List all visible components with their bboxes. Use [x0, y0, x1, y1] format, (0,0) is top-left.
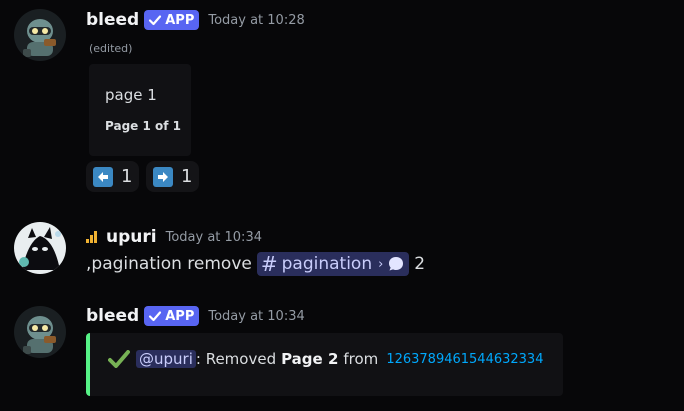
edited-label: (edited): [89, 42, 133, 55]
embed-description: @upuri : Removed Page 2 from 12637894615…: [108, 350, 543, 368]
message-2: upuri Today at 10:34 ,pagination remove …: [0, 200, 684, 280]
check-icon: [149, 311, 162, 322]
user-mention[interactable]: @upuri: [136, 350, 196, 368]
app-badge-label: APP: [165, 12, 195, 28]
message-link[interactable]: 1263789461544632334: [386, 352, 543, 367]
username[interactable]: upuri: [106, 227, 157, 247]
right-arrow-icon: [153, 166, 173, 187]
bleed-avatar[interactable]: [14, 306, 66, 358]
username[interactable]: bleed: [86, 306, 139, 326]
username[interactable]: bleed: [86, 10, 139, 30]
embed: @upuri : Removed Page 2 from 12637894615…: [86, 333, 563, 396]
app-badge-label: APP: [165, 308, 195, 324]
message-header: bleed APP Today at 10:34: [86, 306, 305, 326]
command-text: ,pagination remove: [86, 254, 252, 274]
app-badge: APP: [144, 10, 200, 30]
chat-bubble-icon: [389, 257, 404, 271]
upuri-avatar[interactable]: [14, 222, 66, 274]
message-header: upuri Today at 10:34: [86, 227, 262, 247]
message-header: bleed APP Today at 10:28: [86, 10, 305, 30]
timestamp[interactable]: Today at 10:34: [166, 230, 262, 245]
signal-icon: [86, 231, 97, 243]
channel-mention[interactable]: # pagination ›: [256, 252, 410, 276]
message-1: bleed APP Today at 10:28 (edited) page 1…: [0, 0, 684, 200]
embed-description: page 1: [105, 86, 157, 104]
channel-name: pagination: [281, 254, 373, 274]
embed: page 1 Page 1 of 1: [89, 64, 191, 156]
reaction-count: 1: [181, 166, 193, 187]
timestamp[interactable]: Today at 10:34: [208, 309, 304, 324]
page-name: Page 2: [281, 350, 339, 368]
reaction-left[interactable]: 1: [86, 161, 140, 192]
checkmark-icon: [108, 350, 130, 368]
reaction-count: 1: [121, 166, 133, 187]
reaction-right[interactable]: 1: [146, 161, 200, 192]
hash-icon: #: [260, 252, 278, 276]
chevron-right-icon: ›: [378, 256, 384, 272]
app-badge: APP: [144, 306, 200, 326]
embed-footer: Page 1 of 1: [105, 119, 181, 133]
thread-count: 2: [414, 254, 426, 274]
timestamp[interactable]: Today at 10:28: [208, 13, 304, 28]
message-content: ,pagination remove # pagination › 2: [86, 252, 425, 276]
bleed-avatar[interactable]: [14, 9, 66, 61]
check-icon: [149, 15, 162, 26]
left-arrow-icon: [93, 166, 113, 187]
embed-text: : Removed: [195, 350, 277, 368]
embed-text: from: [343, 350, 379, 368]
